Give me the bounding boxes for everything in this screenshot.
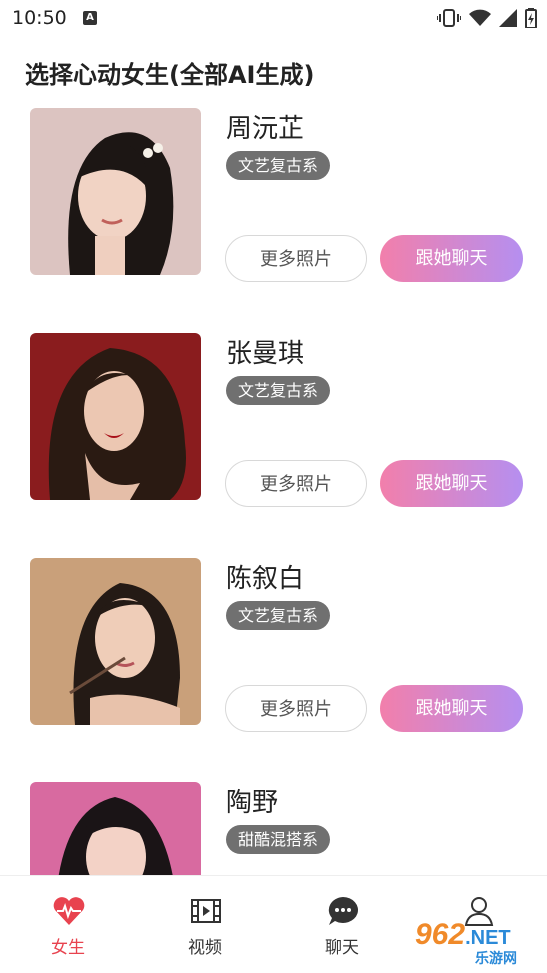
girl-photo[interactable] xyxy=(30,782,201,875)
watermark-number: 962 xyxy=(415,918,466,951)
chat-bubble-icon xyxy=(328,897,358,925)
chat-with-her-button[interactable]: 跟她聊天 xyxy=(380,685,523,732)
watermark-net: .NET xyxy=(465,927,511,949)
girl-card: 周沅芷 文艺复古系 更多照片 跟她聊天 xyxy=(0,108,547,308)
battery-icon xyxy=(525,8,537,28)
tab-chat[interactable]: 聊天 xyxy=(292,876,392,973)
girl-name: 张曼琪 xyxy=(226,339,305,369)
more-photos-button[interactable]: 更多照片 xyxy=(225,460,367,507)
chat-with-her-button[interactable]: 跟她聊天 xyxy=(380,460,523,507)
style-tag: 文艺复古系 xyxy=(226,151,331,180)
girl-card: 陈叙白 文艺复古系 更多照片 跟她聊天 xyxy=(0,558,547,758)
style-tag: 文艺复古系 xyxy=(226,601,331,630)
girl-name: 陶野 xyxy=(226,788,279,818)
girl-photo[interactable] xyxy=(30,558,201,725)
style-tag: 甜酷混搭系 xyxy=(226,825,331,854)
status-time: 10:50 xyxy=(12,7,67,29)
tab-label: 聊天 xyxy=(325,938,359,958)
notification-icon: A xyxy=(83,11,97,25)
girl-name: 陈叙白 xyxy=(226,564,305,594)
status-bar: 10:50 A xyxy=(0,0,547,38)
girl-photo[interactable] xyxy=(30,333,201,500)
tab-girls[interactable]: 女生 xyxy=(18,876,118,973)
watermark-site: 乐游网 xyxy=(475,951,517,967)
tab-videos[interactable]: 视频 xyxy=(155,876,255,973)
heart-pulse-icon xyxy=(53,897,85,925)
style-tag: 文艺复古系 xyxy=(226,376,331,405)
girl-name: 周沅芷 xyxy=(226,114,305,144)
site-watermark: 962.NET 乐游网 xyxy=(415,918,517,968)
tab-label: 女生 xyxy=(51,938,85,958)
status-icons xyxy=(437,8,537,28)
chat-with-her-button[interactable]: 跟她聊天 xyxy=(380,235,523,282)
wifi-icon xyxy=(469,9,491,26)
vibrate-icon xyxy=(437,9,461,27)
more-photos-button[interactable]: 更多照片 xyxy=(225,685,367,732)
tab-label: 视频 xyxy=(188,938,222,958)
girl-photo[interactable] xyxy=(30,108,201,275)
more-photos-button[interactable]: 更多照片 xyxy=(225,235,367,282)
signal-icon xyxy=(499,9,517,27)
girl-card: 张曼琪 文艺复古系 更多照片 跟她聊天 xyxy=(0,333,547,533)
girl-card: 陶野 甜酷混搭系 xyxy=(0,782,547,875)
film-icon xyxy=(191,899,221,923)
page-title: 选择心动女生(全部AI生成) xyxy=(25,61,315,89)
